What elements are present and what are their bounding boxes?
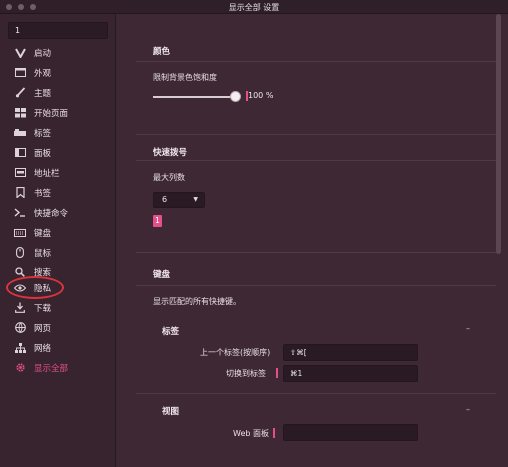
sidebar-item-label: 鼠标 bbox=[34, 248, 52, 259]
sidebar-item-label: 启动 bbox=[34, 48, 52, 59]
sidebar-item-label: 下载 bbox=[34, 303, 52, 314]
annotation-circle bbox=[6, 276, 64, 299]
mouse-icon bbox=[14, 247, 26, 259]
shortcut-label-web-panel: Web 面板 bbox=[233, 429, 269, 438]
sidebar-item-label: 网页 bbox=[34, 323, 52, 334]
group-title-tabs: 标签 bbox=[162, 327, 180, 337]
sidebar-item-show-all[interactable]: 显示全部 bbox=[0, 358, 116, 377]
max-columns-label: 最大列数 bbox=[153, 173, 185, 182]
sidebar-item-quick-commands[interactable]: 快捷命令 bbox=[0, 203, 116, 222]
section-title-speed-dial: 快速拨号 bbox=[153, 148, 188, 158]
window-icon bbox=[14, 67, 26, 79]
title-bar: 显示全部 设置 bbox=[0, 0, 508, 14]
section-divider bbox=[136, 285, 496, 286]
sidebar-item-label: 网络 bbox=[34, 343, 52, 354]
section-divider bbox=[136, 160, 496, 161]
shortcut-field-web-panel[interactable] bbox=[283, 424, 418, 441]
shortcut-label-prev-tab: 上一个标签(按顺序) bbox=[200, 348, 271, 357]
sidebar-item-label: 标签 bbox=[34, 128, 52, 139]
keyboard-description: 显示匹配的所有快捷键。 bbox=[153, 297, 241, 306]
saturation-slider-track[interactable] bbox=[153, 96, 237, 98]
match-badge: 1 bbox=[153, 215, 162, 227]
shortcut-field-switch-tab[interactable]: ⌘1 bbox=[283, 365, 418, 382]
saturation-label: 限制背景色饱和度 bbox=[153, 73, 217, 82]
sidebar-item-label: 面板 bbox=[34, 148, 52, 159]
sidebar-item-network[interactable]: 网络 bbox=[0, 338, 116, 357]
sidebar-item-label: 主题 bbox=[34, 88, 52, 99]
max-columns-value: 6 bbox=[162, 195, 168, 204]
sidebar-item-address-bar[interactable]: 地址栏 bbox=[0, 163, 116, 182]
shortcut-value: ⌘1 bbox=[290, 369, 303, 378]
window-title: 显示全部 设置 bbox=[228, 3, 280, 12]
section-divider bbox=[136, 252, 496, 253]
content-scrollbar[interactable] bbox=[496, 14, 501, 254]
sidebar-item-label: 开始页面 bbox=[34, 108, 69, 119]
group-collapse-view[interactable]: – bbox=[466, 405, 470, 414]
sidebar-item-tabs[interactable]: 标签 bbox=[0, 123, 116, 142]
sidebar-item-label: 外观 bbox=[34, 68, 52, 79]
sidebar-item-start-page[interactable]: 开始页面 bbox=[0, 103, 116, 122]
section-divider bbox=[136, 393, 496, 394]
section-title-color: 颜色 bbox=[153, 47, 171, 57]
shortcut-field-prev-tab[interactable]: ⇧⌘[ bbox=[283, 344, 418, 361]
sidebar-item-themes[interactable]: 主题 bbox=[0, 83, 116, 102]
sidebar-item-webpages[interactable]: 网页 bbox=[0, 318, 116, 337]
addressbar-icon bbox=[14, 167, 26, 179]
v-logo-icon bbox=[14, 47, 26, 59]
saturation-slider-thumb[interactable] bbox=[230, 91, 241, 102]
group-collapse-tabs[interactable]: – bbox=[466, 324, 470, 333]
sidebar-item-mouse[interactable]: 鼠标 bbox=[0, 243, 116, 262]
sidebar-item-label: 快捷命令 bbox=[34, 208, 69, 219]
brush-icon bbox=[14, 87, 26, 99]
sidebar-item-keyboard[interactable]: 键盘 bbox=[0, 223, 116, 242]
saturation-value: 100 % bbox=[248, 91, 274, 100]
settings-search-input[interactable]: 1 bbox=[8, 22, 108, 39]
sidebar-item-label: 显示全部 bbox=[34, 363, 69, 374]
keyboard-icon bbox=[14, 227, 26, 239]
command-icon bbox=[14, 207, 26, 219]
download-icon bbox=[14, 302, 26, 314]
sidebar-item-startup[interactable]: 启动 bbox=[0, 43, 116, 62]
network-icon bbox=[14, 342, 26, 354]
shortcut-label-switch-tab: 切换到标签 bbox=[226, 369, 266, 378]
section-divider bbox=[136, 134, 496, 135]
section-title-keyboard: 键盘 bbox=[153, 270, 171, 280]
sidebar-item-bookmarks[interactable]: 书签 bbox=[0, 183, 116, 202]
sidebar-item-label: 书签 bbox=[34, 188, 52, 199]
section-divider bbox=[136, 61, 496, 62]
shortcut-value: ⇧⌘[ bbox=[290, 348, 307, 357]
panel-icon bbox=[14, 147, 26, 159]
tabs-icon bbox=[14, 127, 26, 139]
search-match-marker bbox=[276, 368, 278, 378]
globe-icon bbox=[14, 322, 26, 334]
sidebar-item-downloads[interactable]: 下载 bbox=[0, 298, 116, 317]
search-match-marker bbox=[273, 428, 275, 438]
max-columns-select[interactable]: 6 ▼ bbox=[153, 192, 205, 208]
group-title-view: 视图 bbox=[162, 407, 180, 417]
settings-window: 显示全部 设置 1 启动 外观 主题 开始页面 标签 面板 地址栏 书签 快捷命… bbox=[0, 0, 508, 467]
sidebar-item-label: 键盘 bbox=[34, 228, 52, 239]
gear-icon bbox=[14, 362, 26, 374]
bookmark-icon bbox=[14, 187, 26, 199]
chevron-down-icon: ▼ bbox=[193, 196, 198, 203]
sidebar-item-panel[interactable]: 面板 bbox=[0, 143, 116, 162]
grid-icon bbox=[14, 107, 26, 119]
sidebar-item-appearance[interactable]: 外观 bbox=[0, 63, 116, 82]
sidebar-item-label: 地址栏 bbox=[34, 168, 60, 179]
